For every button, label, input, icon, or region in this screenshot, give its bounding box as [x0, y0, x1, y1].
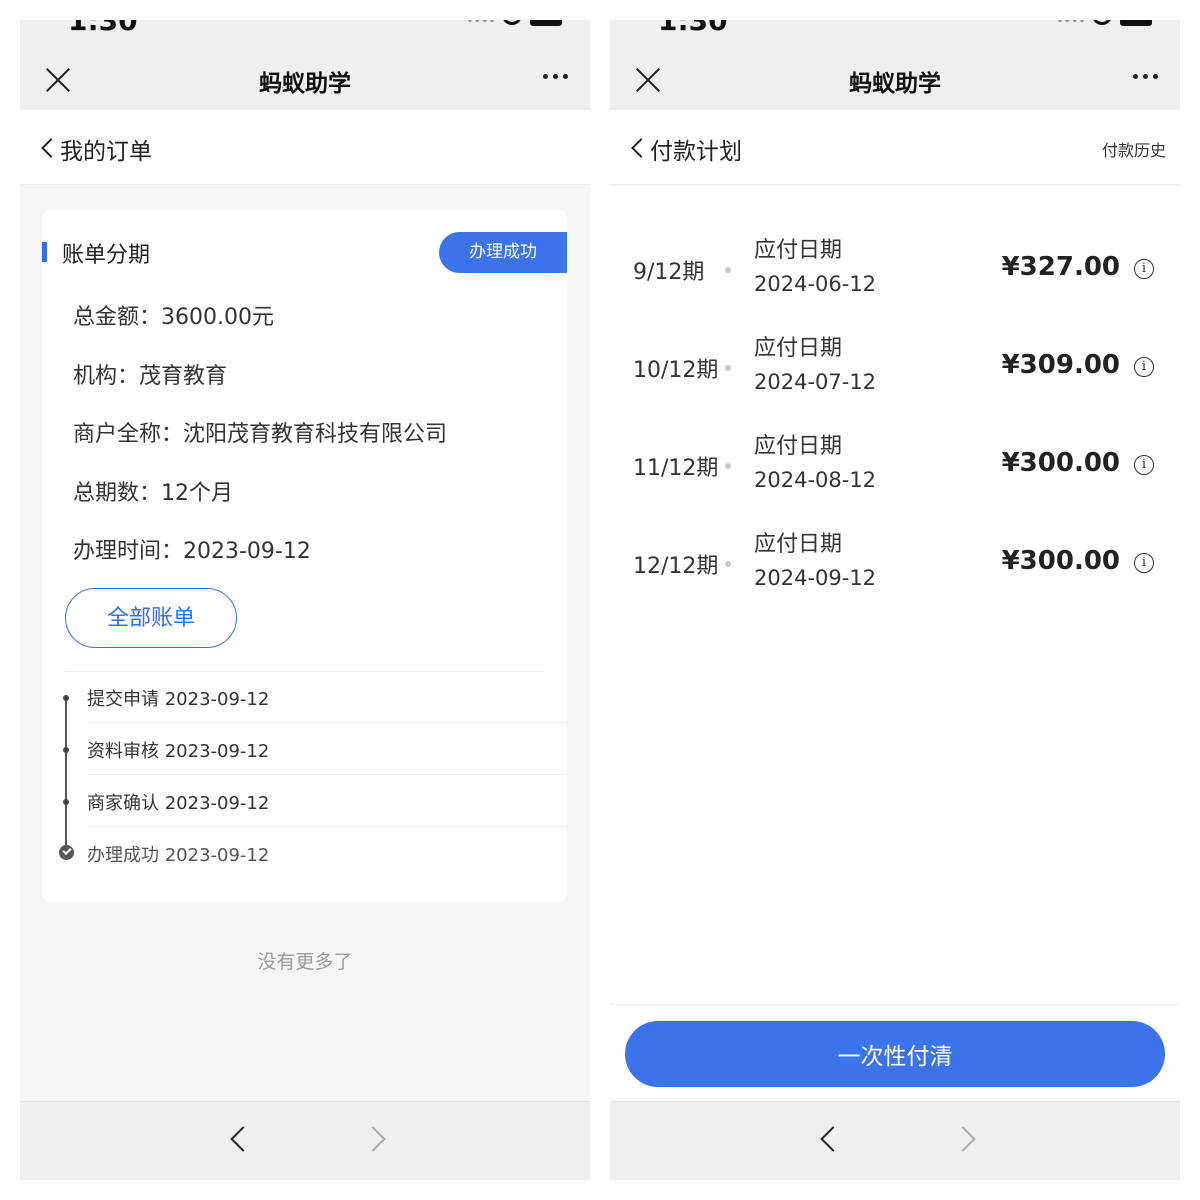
order-screen: 1:30 蚂蚁助学 我的订单 账单分期 办理成功 总金额：3600.00元 机构…: [20, 20, 590, 1180]
browser-bottom-bar: [20, 1101, 590, 1180]
wifi-icon: [502, 20, 522, 25]
installment-card: 账单分期 办理成功 总金额：3600.00元 机构：茂育教育 商户全称：沈阳茂育…: [42, 209, 567, 903]
total-periods: 总期数：12个月: [73, 481, 233, 506]
battery-icon: [1120, 20, 1152, 26]
pay-all-button[interactable]: 一次性付清: [625, 1021, 1165, 1087]
due-label: 应付日期: [754, 238, 843, 263]
status-bar: 1:30: [610, 20, 1180, 48]
status-time: 1:30: [658, 20, 728, 37]
due-date: 2024-06-12: [754, 272, 877, 296]
timeline-dot: [63, 695, 69, 701]
info-icon[interactable]: i: [1134, 259, 1154, 279]
chevron-right-icon[interactable]: [360, 1126, 386, 1152]
chevron-left-icon[interactable]: [41, 138, 61, 158]
payment-plan-screen: 1:30 蚂蚁助学 付款计划 付款历史 9/12期 应付日期 2024-06-1…: [610, 20, 1180, 1180]
battery-icon: [530, 20, 562, 26]
check-circle-icon: [59, 845, 74, 860]
page-title[interactable]: 付款计划: [650, 132, 742, 166]
chevron-right-icon[interactable]: [950, 1126, 976, 1152]
due-label: 应付日期: [754, 434, 843, 459]
plan-period: 10/12期: [633, 358, 719, 383]
timeline-label: 资料审核 2023-09-12: [87, 741, 270, 762]
plan-dot: [725, 365, 731, 371]
plan-amount: ¥300.00: [1001, 546, 1120, 576]
pay-area: 一次性付清: [610, 1004, 1180, 1101]
timeline-line: [65, 695, 67, 853]
status-icons: [1058, 20, 1152, 26]
signal-icon: [1058, 20, 1084, 24]
institution: 机构：茂育教育: [73, 364, 228, 389]
plan-dot: [725, 463, 731, 469]
chevron-left-icon[interactable]: [820, 1126, 846, 1152]
more-icon[interactable]: [543, 74, 568, 79]
nav-bar: 蚂蚁助学: [20, 48, 590, 110]
chevron-left-icon[interactable]: [230, 1126, 256, 1152]
timeline-item: 提交申请 2023-09-12: [63, 671, 567, 723]
nav-title: 蚂蚁助学: [259, 71, 351, 97]
plan-dot: [725, 561, 731, 567]
plan-row[interactable]: 11/12期 应付日期 2024-08-12 ¥300.00 i: [610, 420, 1180, 518]
status-bar: 1:30: [20, 20, 590, 48]
plan-amount: ¥327.00: [1001, 252, 1120, 282]
browser-bottom-bar: [610, 1101, 1180, 1180]
due-date: 2024-09-12: [754, 566, 877, 590]
close-icon[interactable]: [634, 66, 662, 94]
process-time: 办理时间：2023-09-12: [73, 539, 311, 564]
no-more-text: 没有更多了: [257, 951, 353, 973]
plan-row[interactable]: 10/12期 应付日期 2024-07-12 ¥309.00 i: [610, 322, 1180, 420]
payment-plan-list: 9/12期 应付日期 2024-06-12 ¥327.00 i 10/12期 应…: [610, 186, 1180, 1004]
card-title: 账单分期: [62, 243, 151, 268]
info-icon[interactable]: i: [1134, 357, 1154, 377]
status-icons: [468, 20, 562, 26]
due-label: 应付日期: [754, 532, 843, 557]
timeline-dot: [63, 799, 69, 805]
plan-dot: [725, 267, 731, 273]
chevron-left-icon[interactable]: [631, 138, 651, 158]
total-amount: 总金额：3600.00元: [73, 305, 274, 330]
timeline-label: 提交申请 2023-09-12: [87, 689, 270, 710]
payment-history-link[interactable]: 付款历史: [1102, 137, 1166, 161]
plan-period: 11/12期: [633, 456, 719, 481]
plan-amount: ¥309.00: [1001, 350, 1120, 380]
close-icon[interactable]: [44, 66, 72, 94]
subheader: 付款计划 付款历史: [610, 110, 1180, 185]
info-icon[interactable]: i: [1134, 553, 1154, 573]
wifi-icon: [1092, 20, 1112, 25]
timeline-label: 商家确认 2023-09-12: [87, 793, 270, 814]
status-time: 1:30: [68, 20, 138, 37]
plan-row[interactable]: 9/12期 应付日期 2024-06-12 ¥327.00 i: [610, 224, 1180, 322]
subheader: 我的订单: [20, 110, 590, 185]
nav-title: 蚂蚁助学: [849, 71, 941, 97]
all-bills-button[interactable]: 全部账单: [65, 588, 237, 648]
title-accent-bar: [42, 242, 47, 262]
page-title[interactable]: 我的订单: [60, 132, 152, 166]
due-date: 2024-08-12: [754, 468, 877, 492]
status-badge: 办理成功: [439, 232, 567, 273]
nav-bar: 蚂蚁助学: [610, 48, 1180, 110]
timeline-dot: [63, 747, 69, 753]
timeline-item: 商家确认 2023-09-12: [63, 775, 567, 827]
plan-row[interactable]: 12/12期 应付日期 2024-09-12 ¥300.00 i: [610, 518, 1180, 616]
plan-amount: ¥300.00: [1001, 448, 1120, 478]
timeline-item: 资料审核 2023-09-12: [63, 723, 567, 775]
due-label: 应付日期: [754, 336, 843, 361]
timeline-label: 办理成功 2023-09-12: [87, 845, 270, 866]
plan-period: 9/12期: [633, 260, 705, 285]
info-icon[interactable]: i: [1134, 455, 1154, 475]
merchant-name: 商户全称：沈阳茂育教育科技有限公司: [73, 422, 448, 447]
timeline-item: 办理成功 2023-09-12: [59, 827, 567, 879]
more-icon[interactable]: [1133, 74, 1158, 79]
plan-period: 12/12期: [633, 554, 719, 579]
signal-icon: [468, 20, 494, 24]
due-date: 2024-07-12: [754, 370, 877, 394]
